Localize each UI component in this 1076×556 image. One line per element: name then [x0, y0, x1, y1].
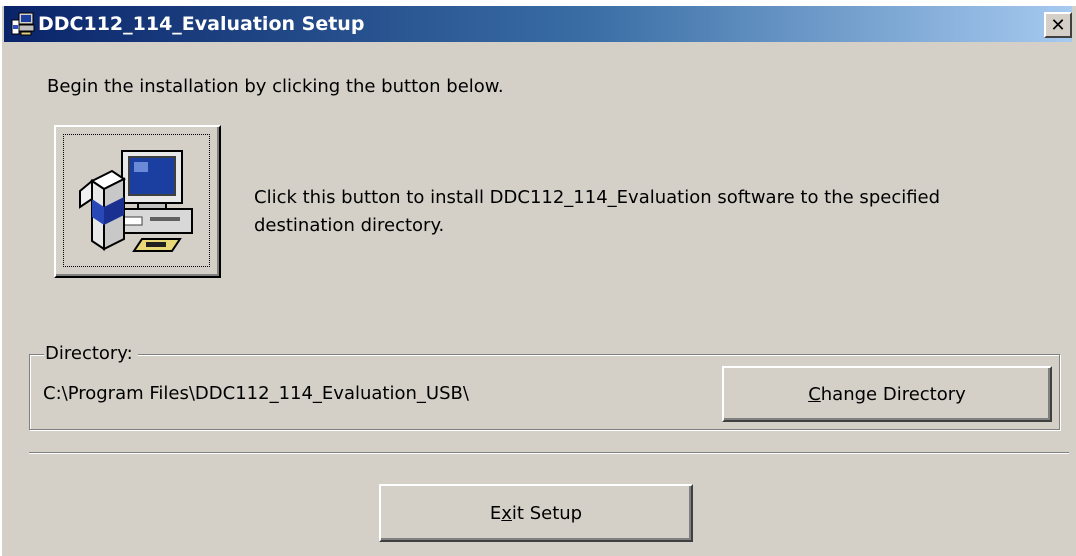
directory-label: Directory:	[44, 343, 138, 365]
setup-computer-icon	[11, 12, 35, 36]
exit-setup-button[interactable]: Exit Setup	[379, 484, 693, 542]
computer-install-icon	[79, 150, 193, 252]
button-label-start: E	[489, 502, 502, 524]
button-label-rest: it Setup	[511, 502, 583, 524]
separator-line	[29, 452, 1069, 454]
window-title: DDC112_114_Evaluation Setup	[38, 13, 365, 35]
change-directory-label: Change Directory	[808, 384, 966, 405]
exit-setup-label: Exit Setup	[490, 503, 582, 524]
mnemonic-underline: x	[501, 502, 512, 524]
button-label-rest: hange Directory	[820, 383, 966, 405]
directory-path: C:\Program Files\DDC112_114_Evaluation_U…	[43, 383, 469, 404]
close-icon: ✕	[1050, 14, 1066, 36]
change-directory-button[interactable]: Change Directory	[722, 366, 1052, 422]
install-button[interactable]	[54, 125, 221, 278]
close-button[interactable]: ✕	[1044, 12, 1072, 38]
install-description: Click this button to install DDC112_114_…	[254, 187, 941, 236]
intro-text: Begin the installation by clicking the b…	[47, 76, 504, 97]
title-bar[interactable]: DDC112_114_Evaluation Setup ✕	[4, 6, 1072, 42]
mnemonic-underline: C	[808, 383, 821, 405]
